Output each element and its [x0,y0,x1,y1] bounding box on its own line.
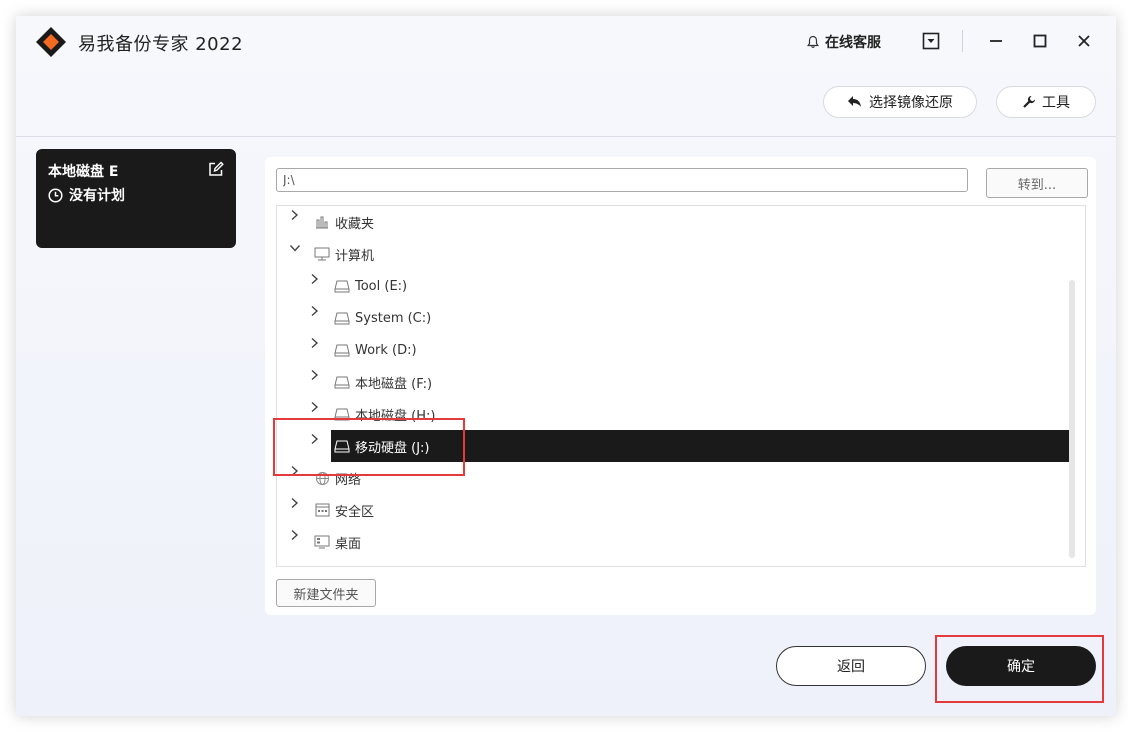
drive-icon [333,278,351,294]
favorites-icon [313,214,331,230]
drive-icon [333,342,351,358]
new-folder-button[interactable]: 新建文件夹 [276,579,376,607]
tree-node[interactable]: 桌面 [311,526,361,558]
maximize-button[interactable] [1029,30,1051,52]
minimize-icon [990,40,1002,42]
backup-plan-card[interactable]: 本地磁盘 E 没有计划 [36,149,236,248]
tree-scrollbar[interactable] [1069,280,1075,558]
tree-node-label: 安全区 [335,504,375,520]
wrench-icon [1023,95,1036,108]
chevron-right-icon[interactable] [289,494,299,513]
chevron-right-icon[interactable] [309,270,319,289]
header-divider [16,136,1116,137]
maximize-icon [1033,34,1047,48]
restore-image-label: 选择镜像还原 [869,95,953,111]
dropdown-box-icon [922,32,940,50]
minimize-button[interactable] [985,30,1007,52]
chevron-right-icon[interactable] [289,526,299,545]
edit-icon[interactable] [208,161,224,177]
tree-node[interactable]: 计算机 [311,238,374,270]
plan-status-label: 没有计划 [69,188,125,204]
tree-node[interactable]: 收藏夹 [311,206,374,238]
plan-status: 没有计划 [48,185,125,205]
tree-node[interactable]: 本地磁盘 (F:) [331,366,432,398]
desktop-icon [313,534,331,550]
close-icon [1078,35,1090,47]
back-button[interactable]: 返回 [776,646,926,686]
tree-node-label: Tool (E:) [355,278,408,294]
app-title: 易我备份专家 2022 [78,34,244,55]
app-logo-icon [36,27,66,57]
tree-node-label: 桌面 [335,536,362,552]
chevron-right-icon[interactable] [289,206,299,225]
drive-icon [333,374,351,390]
title-bar: 易我备份专家 2022 在线客服 [16,16,1116,68]
tree-node[interactable]: Tool (E:) [331,270,407,302]
location-browser-panel: 转到... 收藏夹计算机 Tool (E:) System (C:) Work (D:… [265,157,1096,615]
chevron-right-icon[interactable] [309,334,319,353]
tree-node[interactable]: System (C:) [331,302,431,334]
tree-node-label: 计算机 [335,248,375,264]
online-support-label: 在线客服 [825,35,881,51]
folder-tree: 收藏夹计算机 Tool (E:) System (C:) Work (D:) 本地磁盘 … [276,205,1086,567]
chevron-right-icon[interactable] [309,366,319,385]
online-support-link[interactable]: 在线客服 [806,32,881,52]
chevron-down-icon[interactable] [289,238,301,257]
tree-node[interactable]: 安全区 [311,494,374,526]
undo-arrow-icon [848,96,861,107]
tree-node-label: System (C:) [355,310,432,326]
bell-icon [807,35,819,48]
tree-node-label: 收藏夹 [335,216,375,232]
main-window: 易我备份专家 2022 在线客服 选择镜像还原 工具 本地磁盘 E 没有计划 J… [16,16,1116,716]
tree-node-label: Work (D:) [355,342,417,358]
chevron-right-icon[interactable] [309,398,319,417]
titlebar-separator [962,30,963,52]
clock-icon [48,187,63,203]
path-input[interactable] [276,168,968,192]
confirm-button-highlight [935,635,1104,703]
secure-zone-icon [313,502,331,518]
restore-image-button[interactable]: 选择镜像还原 [823,86,977,118]
plan-title: 本地磁盘 E [48,164,119,180]
dropdown-menu-button[interactable] [920,30,942,52]
chevron-right-icon[interactable] [309,302,319,321]
selected-drive-highlight [273,418,465,476]
tree-node-label: 本地磁盘 (F:) [355,376,433,392]
tools-label: 工具 [1042,95,1070,111]
drive-icon [333,310,351,326]
computer-icon [313,246,331,262]
goto-button[interactable]: 转到... [986,168,1088,198]
tree-node[interactable]: Work (D:) [331,334,417,366]
tools-button[interactable]: 工具 [996,86,1096,118]
close-button[interactable] [1073,30,1095,52]
